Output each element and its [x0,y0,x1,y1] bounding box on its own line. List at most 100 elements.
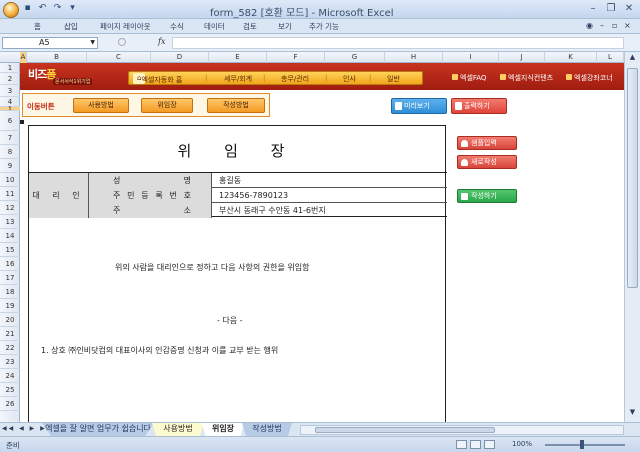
col-d[interactable]: D [151,52,209,63]
tab-review[interactable]: 검토 [243,21,257,32]
nav-tax[interactable]: 세무/회계 [224,74,252,84]
agent-table: 대 리 인 성명 홍길동 주민등록번호 123456-7890123 주소 부산… [29,172,447,218]
write-button[interactable]: 작성하기 [457,189,517,203]
link-excel-contents[interactable]: 엑셀지식컨텐츠 [500,73,553,83]
row-header-8[interactable]: 8 [0,145,20,159]
row-header-1[interactable]: 1 [0,63,20,73]
row-header-22[interactable]: 22 [0,341,20,355]
sample-input-button[interactable]: 샘플입력 [457,136,517,150]
print-button[interactable]: 출력하기 [451,98,507,114]
col-b[interactable]: B [27,52,87,63]
row-header-13[interactable]: 13 [0,215,20,229]
row-header-6[interactable]: 6 [0,111,20,131]
worksheet[interactable]: 비즈폼 문서서식1위기업 ⌂ 엑셀자동화 홈 | 세무/회계 | 총무/관리 |… [20,63,624,422]
link-excel-lectures[interactable]: 엑셀강좌코너 [566,73,613,83]
field-resident-number-label: 주민등록번호 [89,188,212,203]
tab-home[interactable]: 홈 [34,21,41,32]
row-header-16[interactable]: 16 [0,257,20,271]
row-header-23[interactable]: 23 [0,355,20,369]
name-box[interactable]: A5 ▼ [2,37,98,49]
writing-guide-button[interactable]: 작성방법 [207,98,265,113]
nav-admin[interactable]: 총무/관리 [281,74,309,84]
office-button[interactable] [3,2,19,18]
preview-button[interactable]: 미리보기 [391,98,447,114]
col-i[interactable]: I [443,52,499,63]
col-j[interactable]: J [499,52,545,63]
col-c[interactable]: C [87,52,151,63]
row-header-12[interactable]: 12 [0,201,20,215]
page-break-view-icon[interactable] [484,440,495,449]
scroll-up-icon[interactable]: ▲ [626,53,639,65]
horizontal-scrollbar[interactable] [300,425,624,435]
minimize-icon[interactable]: – [585,2,601,16]
page-layout-view-icon[interactable] [470,440,481,449]
col-l[interactable]: L [597,52,624,63]
row-header-9[interactable]: 9 [0,159,20,173]
col-a[interactable]: A [20,52,27,63]
row-header-11[interactable]: 11 [0,187,20,201]
undo-icon[interactable]: ↶ [37,3,48,14]
col-k[interactable]: K [545,52,597,63]
name-box-dropdown-icon[interactable]: ▼ [90,38,95,48]
tab-formulas[interactable]: 수식 [170,21,184,32]
row-header-7[interactable]: 7 [0,131,20,145]
field-name-value[interactable]: 홍길동 [219,173,241,188]
tab-add-ins[interactable]: 추가 기능 [309,21,339,32]
row-header-15[interactable]: 15 [0,243,20,257]
nav-home[interactable]: ⌂ 엑셀자동화 홈 [133,73,182,84]
row-header-3[interactable]: 3 [0,85,20,97]
col-e[interactable]: E [209,52,267,63]
save-icon[interactable]: ▪ [22,3,33,14]
vertical-scroll-thumb[interactable] [627,68,638,288]
formula-input[interactable] [172,37,624,49]
power-of-attorney-button[interactable]: 위임장 [141,98,193,113]
row-header-26[interactable]: 26 [0,397,20,411]
row-header-14[interactable]: 14 [0,229,20,243]
normal-view-icon[interactable] [456,440,467,449]
field-address-value[interactable]: 부산시 동래구 수안동 41-6번지 [219,203,326,218]
nav-hr[interactable]: 인사 [343,74,356,84]
col-f[interactable]: F [267,52,325,63]
row-header-21[interactable]: 21 [0,327,20,341]
sheet-tab-howto[interactable]: 사용방법 [152,423,204,436]
ribbon-close-icon[interactable]: × [624,21,631,30]
tab-data[interactable]: 데이터 [204,21,225,32]
vertical-scrollbar[interactable]: ▲ ▼ [624,52,640,422]
row-header-25[interactable]: 25 [0,383,20,397]
active-cell-handle[interactable] [20,120,24,124]
tab-insert[interactable]: 삽입 [64,21,78,32]
row-header-10[interactable]: 10 [0,173,20,187]
zoom-level[interactable]: 100% [512,440,532,448]
nav-general[interactable]: 일반 [387,74,400,84]
horizontal-scroll-thumb[interactable] [315,427,495,433]
field-resident-number-value[interactable]: 123456-7890123 [219,188,288,203]
link-excel-faq[interactable]: 엑셀FAQ [452,73,486,83]
ribbon-restore-icon[interactable]: ▫ [612,21,617,30]
zoom-slider-knob[interactable] [580,440,584,449]
row-header-19[interactable]: 19 [0,299,20,313]
scroll-down-icon[interactable]: ▼ [626,408,639,420]
zoom-slider[interactable] [545,444,625,446]
ribbon-minimize-icon[interactable]: – [600,21,604,30]
sheet-tab-writing-guide[interactable]: 작성방법 [242,423,292,436]
sheet-tab-power-of-attorney[interactable]: 위임장 [202,423,244,436]
col-g[interactable]: G [325,52,385,63]
tab-page-layout[interactable]: 페이지 레이아웃 [100,21,151,32]
help-icon[interactable]: ◉ [586,21,593,30]
col-h[interactable]: H [385,52,443,63]
formula-tools-icon[interactable] [118,38,126,46]
new-write-button[interactable]: 새로작성 [457,155,517,169]
row-header-18[interactable]: 18 [0,285,20,299]
tab-view[interactable]: 보기 [278,21,292,32]
redo-icon[interactable]: ↷ [52,3,63,14]
row-header-20[interactable]: 20 [0,313,20,327]
row-header-2[interactable]: 2 [0,73,20,85]
howto-button[interactable]: 사용방법 [73,98,129,113]
fx-icon[interactable]: fx [158,37,165,46]
row-header-17[interactable]: 17 [0,271,20,285]
sheet-tab-intro[interactable]: 엑셀을 잘 알면 업무가 쉽습니다 [42,423,154,436]
restore-icon[interactable]: ❐ [603,2,619,16]
row-header-24[interactable]: 24 [0,369,20,383]
close-icon[interactable]: ✕ [621,2,637,16]
qat-dropdown-icon[interactable]: ▾ [67,3,78,14]
